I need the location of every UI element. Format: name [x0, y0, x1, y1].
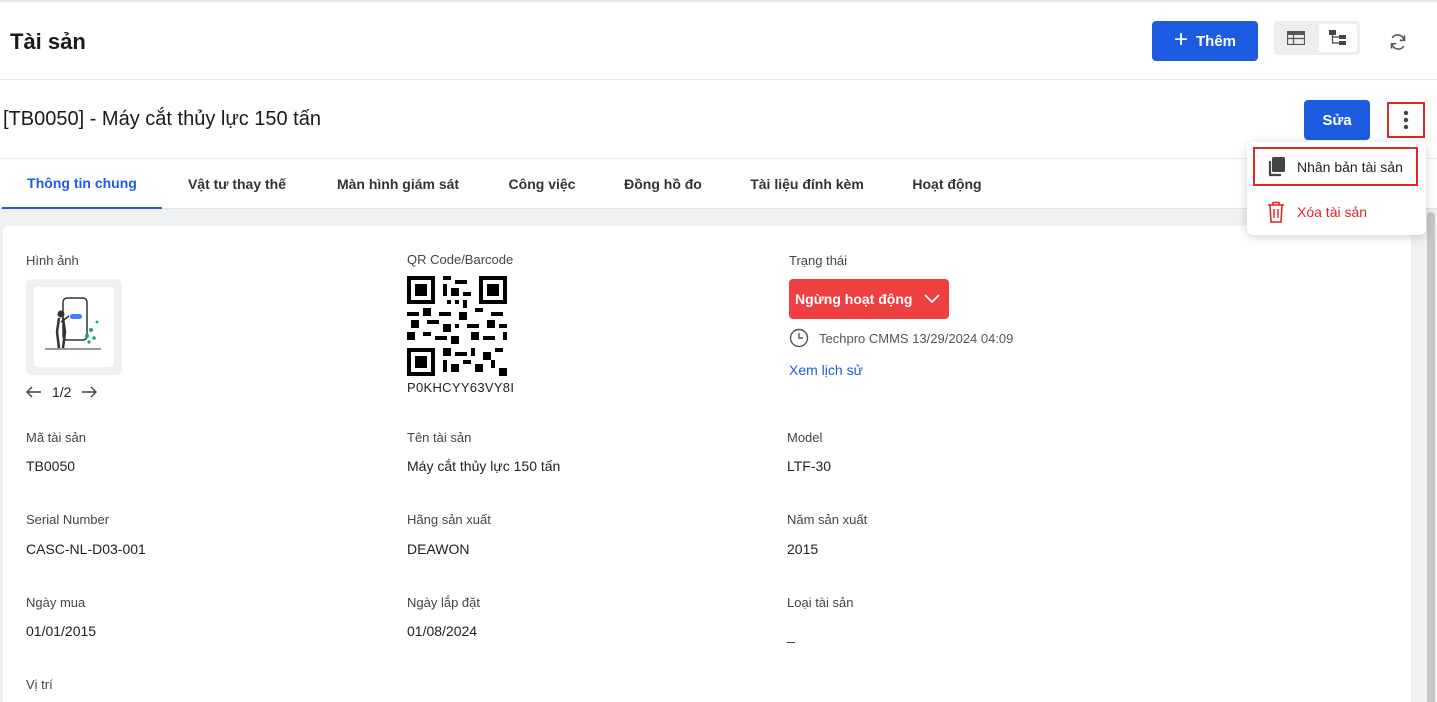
add-button[interactable]: + Thêm [1152, 21, 1258, 61]
field-value: LTF-30 [787, 458, 832, 474]
status-meta-text: Techpro CMMS 13/29/2024 04:09 [819, 330, 1014, 346]
tree-view-button[interactable] [1319, 24, 1357, 52]
field-label: Vị trí [26, 677, 53, 692]
tree-view-icon [1329, 30, 1346, 45]
scrollbar[interactable] [1427, 212, 1435, 702]
refresh-button[interactable] [1384, 28, 1412, 56]
field-value: CASC-NL-D03-001 [26, 541, 146, 557]
field-value: Máy cắt thủy lực 150 tấn [407, 458, 561, 474]
tab-monitoring[interactable]: Màn hình giám sát [320, 159, 476, 209]
page-title: Tài sản [10, 29, 86, 54]
image-pager-count: 1/2 [52, 384, 72, 400]
tab-meters[interactable]: Đồng hồ đo [610, 159, 716, 209]
tab-spare-parts[interactable]: Vật tư thay thế [170, 159, 304, 209]
field-value: DEAWON [407, 541, 470, 557]
clock-icon [789, 328, 809, 348]
view-history-link[interactable]: Xem lịch sử [789, 362, 863, 378]
status-label: Trạng thái [789, 253, 848, 268]
prev-image-button[interactable] [26, 386, 42, 398]
field-label: Model [787, 430, 823, 445]
qr-code [407, 276, 507, 376]
asset-image[interactable] [26, 279, 122, 375]
duplicate-asset-label: Nhân bản tài sản [1297, 158, 1403, 175]
status-value: Ngừng hoạt động [795, 291, 913, 307]
field-label: Năm sản xuất [787, 512, 868, 527]
tab-bar: Thông tin chung Vật tư thay thế Màn hình… [0, 158, 1437, 209]
image-label: Hình ảnh [26, 253, 79, 268]
arrow-left-icon [26, 386, 41, 398]
table-view-button[interactable] [1277, 24, 1315, 52]
arrow-right-icon [82, 386, 98, 398]
table-view-icon [1287, 31, 1305, 45]
copy-icon [1268, 156, 1285, 176]
qr-code-value: P0KHCYY63VY8I [407, 380, 515, 395]
qr-label: QR Code/Barcode [407, 252, 514, 267]
status-meta: Techpro CMMS 13/29/2024 04:09 [789, 328, 1013, 348]
field-value: 01/08/2024 [407, 623, 478, 639]
field-label: Hãng sản xuất [407, 512, 491, 527]
image-pager: 1/2 [26, 384, 98, 400]
next-image-button[interactable] [81, 386, 98, 398]
more-vertical-icon [1403, 110, 1409, 130]
field-value: TB0050 [26, 458, 76, 474]
chevron-down-icon [924, 294, 941, 304]
field-value: 2015 [787, 541, 819, 557]
details-card [3, 226, 1411, 702]
asset-illustration [45, 297, 101, 350]
tab-activity[interactable]: Hoạt động [898, 159, 996, 209]
tab-general-info[interactable]: Thông tin chung [2, 159, 162, 209]
field-value: _ [787, 627, 795, 643]
tab-work-orders[interactable]: Công việc [494, 159, 590, 209]
add-button-label: Thêm [1196, 32, 1237, 50]
delete-asset-menu-item[interactable]: Xóa tài sản [1253, 192, 1418, 231]
tab-attachments[interactable]: Tài liệu đính kèm [736, 159, 878, 209]
field-label: Serial Number [26, 512, 110, 527]
top-header: Tài sản + Thêm [0, 0, 1437, 80]
field-label: Ngày lắp đặt [407, 595, 480, 610]
duplicate-asset-menu-item[interactable]: Nhân bản tài sản [1253, 147, 1418, 186]
field-value: 01/01/2015 [26, 623, 97, 639]
status-dropdown[interactable]: Ngừng hoạt động [789, 279, 949, 319]
trash-icon [1268, 201, 1284, 223]
view-toggle [1274, 21, 1360, 55]
field-label: Tên tài sản [407, 430, 472, 445]
field-label: Loại tài sản [787, 595, 854, 610]
plus-icon: + [1173, 26, 1188, 53]
field-label: Ngày mua [26, 595, 86, 610]
refresh-icon [1390, 34, 1406, 50]
field-label: Mã tài sản [26, 430, 86, 445]
delete-asset-label: Xóa tài sản [1297, 203, 1368, 220]
more-options-button[interactable] [1387, 102, 1425, 138]
edit-button[interactable]: Sửa [1304, 100, 1370, 140]
asset-title: [TB0050] - Máy cắt thủy lực 150 tấn [3, 108, 321, 130]
asset-detail-page: Tài sản + Thêm [TB0050] - Máy cắt thủy l… [0, 0, 1437, 702]
more-options-menu: Nhân bản tài sản Xóa tài sản [1247, 142, 1426, 235]
